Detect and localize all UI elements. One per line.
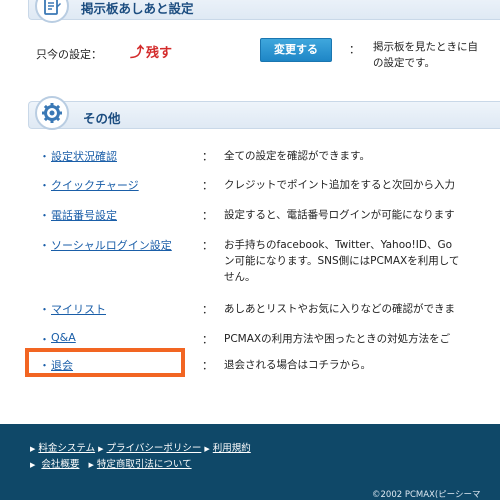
settings-status-link[interactable]: 設定状況確認 [51,148,117,164]
notepad-icon [35,0,69,23]
separator-colon: ： [202,303,213,316]
current-setting-label: 只今の設定： [36,48,102,61]
footer: ▶ 料金システム ▶ プライバシーポリシー ▶ 利用規約 ▶ 会社概要 ▶ 特定商取引法… [0,424,500,490]
footprint-setting-row: 只今の設定： ⤴ 残す 変更する ： 掲示板を見たときに自 の設定です。 [0,38,500,78]
item-description: 全ての設定を確認ができます。 [224,150,370,162]
quick-charge-link[interactable]: クイックチャージ [51,177,139,193]
item-description: 退会される場合はコチラから。 [224,359,371,371]
footer-links-row: ▶ 料金システム ▶ プライバシーポリシー ▶ 利用規約 [30,440,251,454]
separator-colon: ： [202,209,213,222]
triangle-icon: ▶ [204,445,210,453]
triangle-icon: ▶ [98,445,104,453]
social-login-setting-link[interactable]: ソーシャルログイン設定 [51,237,172,253]
footer-links-row: ▶ 会社概要 ▶ 特定商取引法について [30,456,192,470]
separator-colon: ： [202,179,213,192]
item-description: 設定すると、電話番号ログインが可能になります [224,209,455,221]
return-arrow-icon: ⤴ [130,45,144,61]
section-header-other: その他 [28,96,500,130]
triangle-icon: ▶ [30,461,36,469]
copyright-text: ©2002 PCMAX(ピーシーマ [372,490,481,500]
footer-link-commerce-law[interactable]: 特定商取引法について [97,459,192,470]
separator-colon: ： [202,359,213,372]
phone-number-setting-link[interactable]: 電話番号設定 [51,207,117,223]
section-header-footprint: 掲示板あしあと設定 [28,0,500,23]
footer-link-privacy[interactable]: プライバシーポリシー [107,443,202,454]
item-description: あしあとリストやお気に入りなどの確認ができま [224,303,455,315]
footer-link-terms[interactable]: 利用規約 [213,443,251,454]
footer-link-company[interactable]: 会社概要 [41,459,79,470]
triangle-icon: ▶ [88,461,94,469]
bullet: ・ [39,150,50,163]
bullet: ・ [39,209,50,222]
separator-colon: ： [202,239,213,252]
mylist-link[interactable]: マイリスト [51,301,106,317]
bullet: ・ [39,303,50,316]
copyright-bar: ©2002 PCMAX(ピーシーマ [0,490,500,500]
separator-colon: ： [202,333,213,346]
section-title: その他 [83,111,121,126]
withdraw-highlight-box [25,348,185,377]
separator-colon: ： [349,43,360,56]
setting-description: 掲示板を見たときに自 の設定です。 [373,41,478,69]
section-title: 掲示板あしあと設定 [81,1,194,16]
bullet: ・ [39,333,50,346]
bullet: ・ [39,239,50,252]
item-description: お手持ちのfacebook、Twitter、Yahoo!ID、Go ン可能になり… [224,239,460,283]
item-description: PCMAXの利用方法や困ったときの対処方法をご [224,333,451,345]
footer-link-pricing[interactable]: 料金システム [38,443,95,454]
change-button[interactable]: 変更する [260,38,332,62]
item-description: クレジットでポイント追加をすると次回から入力 [224,179,455,191]
current-setting-value: 残す [146,46,173,61]
gear-icon [35,96,69,130]
separator-colon: ： [202,150,213,163]
bullet: ・ [39,179,50,192]
faq-link[interactable]: Q&A [51,331,76,344]
triangle-icon: ▶ [30,445,36,453]
